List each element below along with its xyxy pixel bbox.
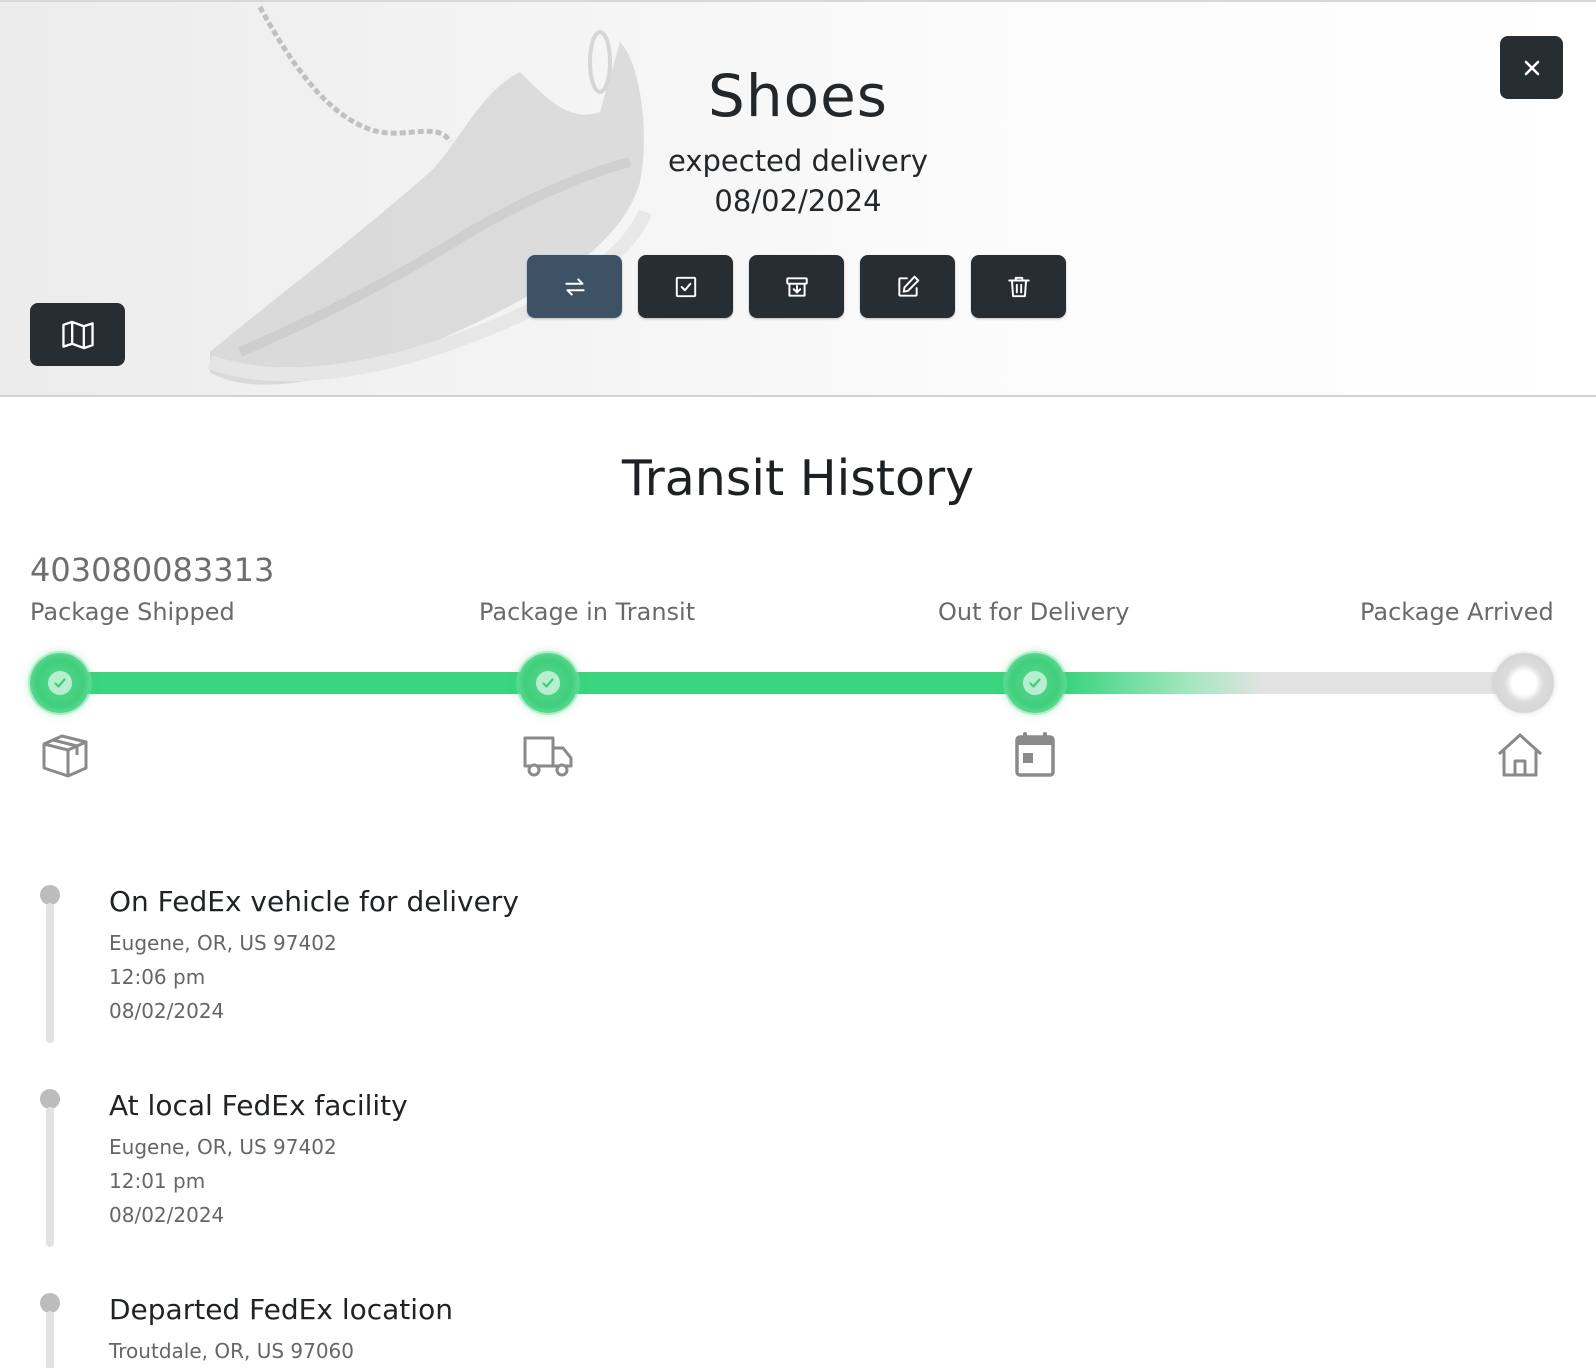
item-title: Shoes xyxy=(708,62,888,130)
timeline-dot xyxy=(40,1089,60,1109)
trash-icon xyxy=(1007,276,1030,297)
event-location: Eugene, OR, US 97402 xyxy=(109,931,337,955)
check-icon xyxy=(54,678,66,688)
edit-button[interactable] xyxy=(860,255,955,318)
truck-icon xyxy=(523,736,573,777)
event-date: 08/02/2024 xyxy=(109,1203,225,1227)
map-button[interactable] xyxy=(30,303,125,366)
delete-button[interactable] xyxy=(971,255,1066,318)
event-time: 12:06 pm xyxy=(109,965,206,989)
close-icon xyxy=(1524,60,1539,75)
stage-node-out-for-delivery xyxy=(1005,653,1065,713)
event-date: 08/02/2024 xyxy=(109,999,225,1023)
item-header: Shoes expected delivery 08/02/2024 xyxy=(0,0,1596,397)
check-icon xyxy=(542,678,554,688)
close-button[interactable] xyxy=(1500,36,1563,99)
stage-node-shipped xyxy=(30,653,90,713)
archive-button[interactable] xyxy=(749,255,844,318)
edit-pencil-icon xyxy=(897,275,919,297)
stage-node-arrived xyxy=(1494,653,1554,713)
stage-label-out-for-delivery: Out for Delivery xyxy=(938,598,1130,626)
timeline-line xyxy=(46,1311,54,1368)
progress-track xyxy=(60,672,1522,694)
archive-box-icon xyxy=(785,276,808,297)
timeline-line xyxy=(46,1107,54,1247)
expected-delivery-label: expected delivery xyxy=(668,144,928,178)
timeline-dot xyxy=(40,1293,60,1313)
expected-delivery-date: 08/02/2024 xyxy=(714,184,882,218)
mark-delivered-button[interactable] xyxy=(638,255,733,318)
event-title: Departed FedEx location xyxy=(109,1293,453,1326)
swap-button[interactable] xyxy=(527,255,622,318)
check-icon xyxy=(1029,678,1041,688)
checkbox-icon xyxy=(675,276,696,297)
event-location: Troutdale, OR, US 97060 xyxy=(109,1339,355,1363)
event-time: 12:01 pm xyxy=(109,1169,206,1193)
swap-arrows-icon xyxy=(564,277,585,296)
event-location: Eugene, OR, US 97402 xyxy=(109,1135,337,1159)
home-icon xyxy=(1497,733,1543,777)
timeline-dot xyxy=(40,885,60,905)
stage-label-arrived: Package Arrived xyxy=(1360,598,1554,626)
progress-fill xyxy=(60,672,1303,694)
map-icon xyxy=(61,320,94,349)
event-title: At local FedEx facility xyxy=(109,1089,408,1122)
stage-node-transit xyxy=(518,653,578,713)
timeline-line xyxy=(46,903,54,1043)
stage-label-transit: Package in Transit xyxy=(479,598,696,626)
calendar-icon xyxy=(1015,732,1055,777)
package-box-icon xyxy=(42,734,88,778)
tracking-number: 403080083313 xyxy=(30,551,275,589)
stage-label-shipped: Package Shipped xyxy=(30,598,235,626)
transit-history-title: Transit History xyxy=(621,450,975,507)
event-title: On FedEx vehicle for delivery xyxy=(109,885,519,918)
